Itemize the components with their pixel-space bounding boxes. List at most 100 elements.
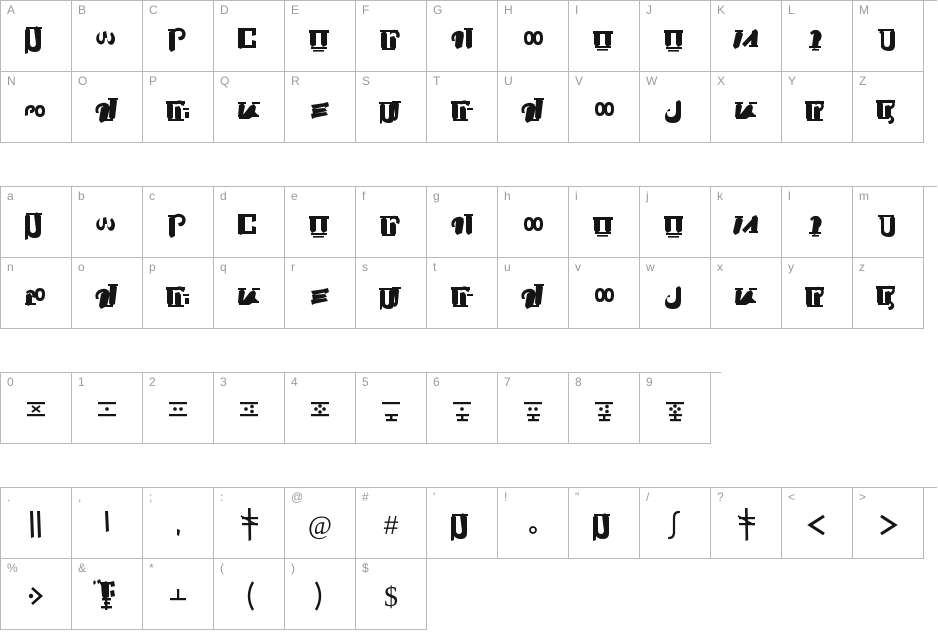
glyph-cell[interactable]: 7 bbox=[498, 373, 569, 444]
glyph-cell[interactable]: A bbox=[1, 1, 72, 72]
glyph-cell[interactable]: N bbox=[1, 72, 72, 143]
glyph-block-lowercase: abcdefghijklm nopqrstuvwxyz bbox=[0, 186, 937, 329]
glyph-cell[interactable]: , bbox=[72, 488, 143, 559]
glyph-cell[interactable]: w bbox=[640, 258, 711, 329]
glyph-cell[interactable]: M bbox=[853, 1, 924, 72]
glyph-cell[interactable]: > bbox=[853, 488, 924, 559]
glyph-cell[interactable]: & bbox=[72, 559, 143, 630]
glyph-cell[interactable]: $ $ bbox=[356, 559, 427, 630]
glyph-cell[interactable]: u bbox=[498, 258, 569, 329]
glyph-preview-u bbox=[498, 272, 568, 318]
glyph-cell[interactable]: I bbox=[569, 1, 640, 72]
glyph-preview-D bbox=[214, 15, 284, 61]
glyph-cell[interactable]: ( bbox=[214, 559, 285, 630]
glyph-cell[interactable]: E bbox=[285, 1, 356, 72]
glyph-cell[interactable]: Z bbox=[853, 72, 924, 143]
glyph-cell[interactable]: n bbox=[1, 258, 72, 329]
glyph-cell[interactable]: 1 bbox=[72, 373, 143, 444]
glyph-cell[interactable]: < bbox=[782, 488, 853, 559]
glyph-cell[interactable]: C bbox=[143, 1, 214, 72]
glyph-cell[interactable]: ? bbox=[711, 488, 782, 559]
glyph-cell[interactable]: U bbox=[498, 72, 569, 143]
glyph-cell[interactable]: f bbox=[356, 187, 427, 258]
glyph-preview-k bbox=[711, 201, 781, 247]
glyph-cell[interactable]: L bbox=[782, 1, 853, 72]
glyph-cell[interactable]: G bbox=[427, 1, 498, 72]
glyph-cell[interactable]: d bbox=[214, 187, 285, 258]
glyph-cell[interactable]: r bbox=[285, 258, 356, 329]
glyph-cell[interactable]: c bbox=[143, 187, 214, 258]
glyph-cell[interactable]: 5 bbox=[356, 373, 427, 444]
glyph-cell[interactable]: ' bbox=[427, 488, 498, 559]
glyph-cell[interactable]: V bbox=[569, 72, 640, 143]
glyph-cell[interactable]: B bbox=[72, 1, 143, 72]
glyph-preview-question bbox=[711, 502, 781, 548]
glyph-cell[interactable]: i bbox=[569, 187, 640, 258]
glyph-cell[interactable]: : bbox=[214, 488, 285, 559]
glyph-cell[interactable]: l bbox=[782, 187, 853, 258]
glyph-cell[interactable]: X bbox=[711, 72, 782, 143]
glyph-cell[interactable]: Y bbox=[782, 72, 853, 143]
glyph-cell[interactable]: " bbox=[569, 488, 640, 559]
glyph-cell[interactable]: 4 bbox=[285, 373, 356, 444]
glyph-cell[interactable]: H bbox=[498, 1, 569, 72]
glyph-cell[interactable]: P bbox=[143, 72, 214, 143]
glyph-preview-U bbox=[498, 86, 568, 132]
glyph-cell[interactable]: F bbox=[356, 1, 427, 72]
glyph-cell[interactable]: j bbox=[640, 187, 711, 258]
glyph-cell[interactable]: 9 bbox=[640, 373, 711, 444]
glyph-cell[interactable]: 2 bbox=[143, 373, 214, 444]
glyph-cell[interactable]: g bbox=[427, 187, 498, 258]
glyph-preview-y bbox=[782, 272, 852, 318]
glyph-preview-Y bbox=[782, 86, 852, 132]
glyph-cell[interactable]: T bbox=[427, 72, 498, 143]
glyph-cell[interactable]: @ @ bbox=[285, 488, 356, 559]
glyph-cell[interactable]: 6 bbox=[427, 373, 498, 444]
glyph-cell[interactable]: . bbox=[1, 488, 72, 559]
glyph-cell[interactable]: o bbox=[72, 258, 143, 329]
glyph-preview-period bbox=[1, 502, 71, 548]
glyph-cell[interactable]: t bbox=[427, 258, 498, 329]
glyph-cell[interactable]: m bbox=[853, 187, 924, 258]
glyph-cell[interactable]: % bbox=[1, 559, 72, 630]
glyph-cell[interactable]: ) bbox=[285, 559, 356, 630]
glyph-preview-I bbox=[569, 15, 639, 61]
glyph-cell[interactable]: e bbox=[285, 187, 356, 258]
glyph-preview-W bbox=[640, 86, 710, 132]
glyph-cell[interactable]: q bbox=[214, 258, 285, 329]
glyph-cell[interactable]: # # bbox=[356, 488, 427, 559]
glyph-cell[interactable]: v bbox=[569, 258, 640, 329]
glyph-cell[interactable]: R bbox=[285, 72, 356, 143]
glyph-cell[interactable]: S bbox=[356, 72, 427, 143]
glyph-cell[interactable]: J bbox=[640, 1, 711, 72]
glyph-cell[interactable]: O bbox=[72, 72, 143, 143]
glyph-preview-asterisk bbox=[143, 573, 213, 619]
glyph-cell[interactable]: 0 bbox=[1, 373, 72, 444]
glyph-cell[interactable]: Q bbox=[214, 72, 285, 143]
glyph-cell[interactable]: y bbox=[782, 258, 853, 329]
glyph-cell[interactable]: ! bbox=[498, 488, 569, 559]
glyph-cell[interactable]: 8 bbox=[569, 373, 640, 444]
glyph-cell[interactable]: a bbox=[1, 187, 72, 258]
glyph-cell[interactable]: x bbox=[711, 258, 782, 329]
glyph-cell[interactable]: s bbox=[356, 258, 427, 329]
glyph-preview-greater bbox=[853, 502, 923, 548]
glyph-cell[interactable]: p bbox=[143, 258, 214, 329]
glyph-cell[interactable]: b bbox=[72, 187, 143, 258]
glyph-cell[interactable]: k bbox=[711, 187, 782, 258]
glyph-cell[interactable]: W bbox=[640, 72, 711, 143]
glyph-cell[interactable]: / bbox=[640, 488, 711, 559]
glyph-cell[interactable]: ; bbox=[143, 488, 214, 559]
glyph-preview-q bbox=[214, 272, 284, 318]
glyph-cell[interactable]: 3 bbox=[214, 373, 285, 444]
glyph-preview-p bbox=[143, 272, 213, 318]
glyph-preview-z bbox=[853, 272, 923, 318]
glyph-cell[interactable]: h bbox=[498, 187, 569, 258]
glyph-preview-H bbox=[498, 15, 568, 61]
glyph-cell[interactable]: D bbox=[214, 1, 285, 72]
glyph-cell[interactable]: K bbox=[711, 1, 782, 72]
glyph-preview-3 bbox=[214, 387, 284, 433]
glyph-cell[interactable]: * bbox=[143, 559, 214, 630]
glyph-cell[interactable]: z bbox=[853, 258, 924, 329]
glyph-preview-v bbox=[569, 272, 639, 318]
